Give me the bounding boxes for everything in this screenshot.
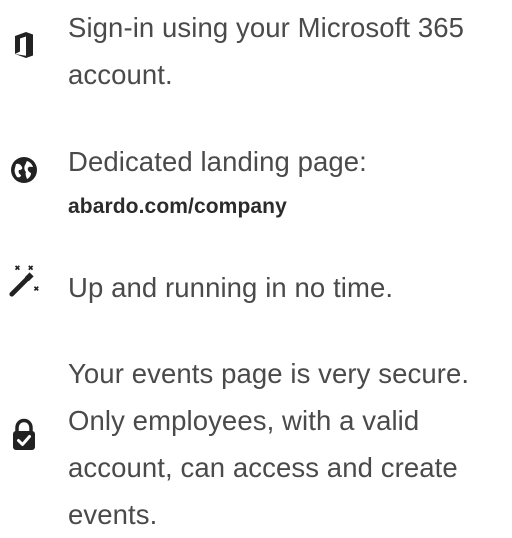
feature-quick-setup: Up and running in no time. [0,258,512,318]
microsoft-office-icon [7,28,41,62]
feature-landing-page: Dedicated landing page: abardo.com/compa… [0,130,512,230]
globe-icon [7,153,41,187]
landing-page-url[interactable]: abardo.com/company [68,185,512,229]
feature-text: Your events page is very secure. Only em… [68,358,470,530]
feature-text: Dedicated landing page: [68,146,367,177]
magic-wand-icon [8,264,42,298]
feature-text-block: Dedicated landing page: abardo.com/compa… [68,138,512,229]
feature-text: Up and running in no time. [68,272,394,303]
feature-text: Sign-in using your Microsoft 365 account… [68,12,465,90]
secure-lock-check-icon [7,418,41,452]
feature-microsoft-signin: Sign-in using your Microsoft 365 account… [0,0,512,120]
feature-secure: Your events page is very secure. Only em… [0,350,512,536]
